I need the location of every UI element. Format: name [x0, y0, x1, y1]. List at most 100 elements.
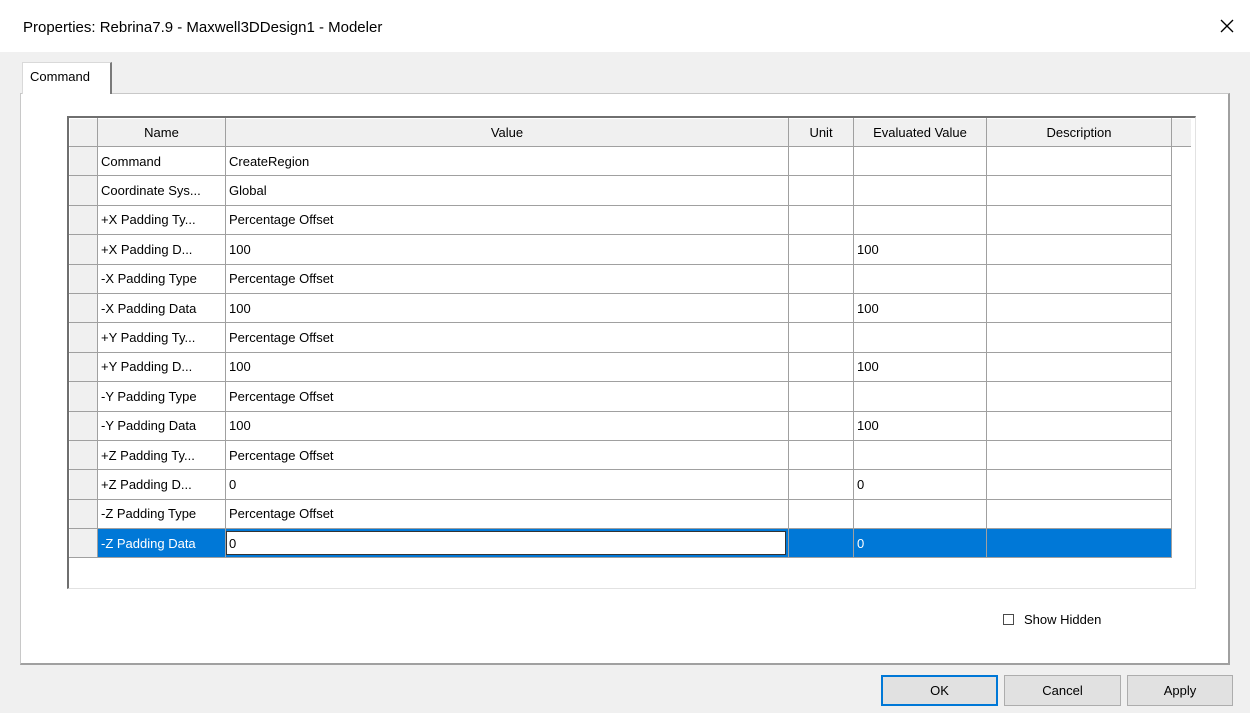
row-description-cell — [986, 234, 1172, 265]
table-row[interactable]: -Y Padding Type Percentage Offset — [69, 381, 1191, 412]
row-evaluated-value-cell — [853, 175, 987, 206]
row-unit-cell — [788, 381, 854, 412]
row-header[interactable] — [69, 145, 98, 177]
row-value-cell[interactable]: 100 — [225, 234, 789, 265]
row-filler — [1171, 205, 1191, 235]
row-value-cell[interactable]: Global — [225, 175, 789, 206]
row-header[interactable] — [69, 439, 98, 471]
row-filler — [1171, 352, 1191, 382]
row-header[interactable] — [69, 469, 98, 500]
show-hidden-label: Show Hidden — [1024, 612, 1102, 627]
table-row[interactable]: +X Padding D... 100 100 — [69, 234, 1191, 265]
table-row[interactable]: -X Padding Data 100 100 — [69, 292, 1191, 324]
row-evaluated-value-cell — [853, 322, 987, 353]
row-value-cell[interactable]: Percentage Offset — [225, 322, 789, 353]
row-evaluated-value-cell — [853, 439, 987, 471]
table-row[interactable]: Command CreateRegion — [69, 145, 1191, 177]
row-value-cell[interactable]: 100 — [225, 292, 789, 324]
table-row[interactable]: +Z Padding D... 0 0 — [69, 469, 1191, 500]
row-header[interactable] — [69, 204, 98, 236]
table-row[interactable]: Coordinate Sys... Global — [69, 175, 1191, 206]
row-description-cell — [986, 204, 1172, 236]
column-header-evaluated-value[interactable]: Evaluated Value — [853, 118, 987, 147]
row-unit-cell — [788, 410, 854, 441]
row-filler — [1171, 440, 1191, 470]
row-description-cell — [986, 381, 1172, 412]
row-name-cell: +Y Padding Ty... — [97, 322, 226, 353]
row-value-cell[interactable]: Percentage Offset — [225, 498, 789, 530]
row-header[interactable] — [69, 351, 98, 383]
column-header-filler — [1171, 118, 1191, 147]
ok-button[interactable]: OK — [881, 675, 998, 706]
close-button[interactable] — [1204, 0, 1250, 52]
row-name-cell: +X Padding Ty... — [97, 204, 226, 236]
row-header[interactable] — [69, 498, 98, 530]
row-evaluated-value-cell — [853, 145, 987, 177]
row-header[interactable] — [69, 263, 98, 294]
row-value-cell[interactable]: Percentage Offset — [225, 439, 789, 471]
row-filler — [1171, 175, 1191, 206]
row-filler — [1171, 499, 1191, 529]
row-evaluated-value-cell — [853, 263, 987, 294]
show-hidden-option[interactable]: Show Hidden — [1003, 612, 1101, 627]
row-value-cell[interactable]: Percentage Offset — [225, 204, 789, 236]
table-row[interactable]: +Z Padding Ty... Percentage Offset — [69, 439, 1191, 471]
row-value-cell[interactable]: 100 — [225, 410, 789, 441]
table-row[interactable]: -X Padding Type Percentage Offset — [69, 263, 1191, 294]
table-row[interactable]: -Z Padding Data 0 — [69, 528, 1191, 559]
row-filler — [1171, 146, 1191, 176]
row-description-cell — [986, 498, 1172, 530]
row-evaluated-value-cell: 100 — [853, 351, 987, 383]
row-evaluated-value-cell: 0 — [853, 528, 987, 559]
table-row[interactable]: +Y Padding D... 100 100 — [69, 351, 1191, 383]
row-description-cell — [986, 175, 1172, 206]
row-header[interactable] — [69, 234, 98, 265]
table-row[interactable]: -Y Padding Data 100 100 — [69, 410, 1191, 441]
row-description-cell — [986, 322, 1172, 353]
row-filler — [1171, 293, 1191, 323]
row-header[interactable] — [69, 322, 98, 353]
row-value-cell[interactable] — [225, 528, 789, 559]
row-name-cell: -Z Padding Data — [97, 528, 226, 559]
row-name-cell: +Z Padding Ty... — [97, 439, 226, 471]
column-header-description[interactable]: Description — [986, 118, 1172, 147]
row-header[interactable] — [69, 381, 98, 412]
row-value-cell[interactable]: Percentage Offset — [225, 381, 789, 412]
value-edit-input[interactable] — [226, 531, 786, 556]
row-unit-cell — [788, 351, 854, 383]
row-header[interactable] — [69, 528, 98, 559]
row-unit-cell — [788, 498, 854, 530]
grid-header-row: Name Value Unit Evaluated Value Descript… — [69, 118, 1191, 147]
apply-button[interactable]: Apply — [1127, 675, 1233, 706]
table-row[interactable]: +Y Padding Ty... Percentage Offset — [69, 322, 1191, 353]
row-value-cell[interactable]: 100 — [225, 351, 789, 383]
row-header[interactable] — [69, 292, 98, 324]
row-header[interactable] — [69, 410, 98, 441]
row-unit-cell — [788, 175, 854, 206]
column-header-unit[interactable]: Unit — [788, 118, 854, 147]
tab-command[interactable]: Command — [22, 62, 112, 94]
table-row[interactable]: +X Padding Ty... Percentage Offset — [69, 204, 1191, 236]
row-value-cell[interactable]: CreateRegion — [225, 145, 789, 177]
row-evaluated-value-cell: 100 — [853, 234, 987, 265]
show-hidden-checkbox[interactable] — [1003, 614, 1014, 625]
corner-cell — [69, 118, 98, 147]
table-row[interactable]: -Z Padding Type Percentage Offset — [69, 498, 1191, 530]
row-value-cell[interactable]: Percentage Offset — [225, 263, 789, 294]
row-name-cell: -Y Padding Data — [97, 410, 226, 441]
row-filler — [1171, 234, 1191, 265]
row-unit-cell — [788, 528, 854, 559]
tab-command-label: Command — [30, 69, 90, 84]
row-name-cell: -Z Padding Type — [97, 498, 226, 530]
cancel-button[interactable]: Cancel — [1004, 675, 1121, 706]
row-evaluated-value-cell — [853, 204, 987, 236]
row-description-cell — [986, 145, 1172, 177]
row-unit-cell — [788, 145, 854, 177]
row-evaluated-value-cell — [853, 498, 987, 530]
title-bar: Properties: Rebrina7.9 - Maxwell3DDesign… — [0, 0, 1250, 52]
row-header[interactable] — [69, 175, 98, 206]
column-header-name[interactable]: Name — [97, 118, 226, 147]
column-header-value[interactable]: Value — [225, 118, 789, 147]
row-filler — [1171, 469, 1191, 500]
row-value-cell[interactable]: 0 — [225, 469, 789, 500]
